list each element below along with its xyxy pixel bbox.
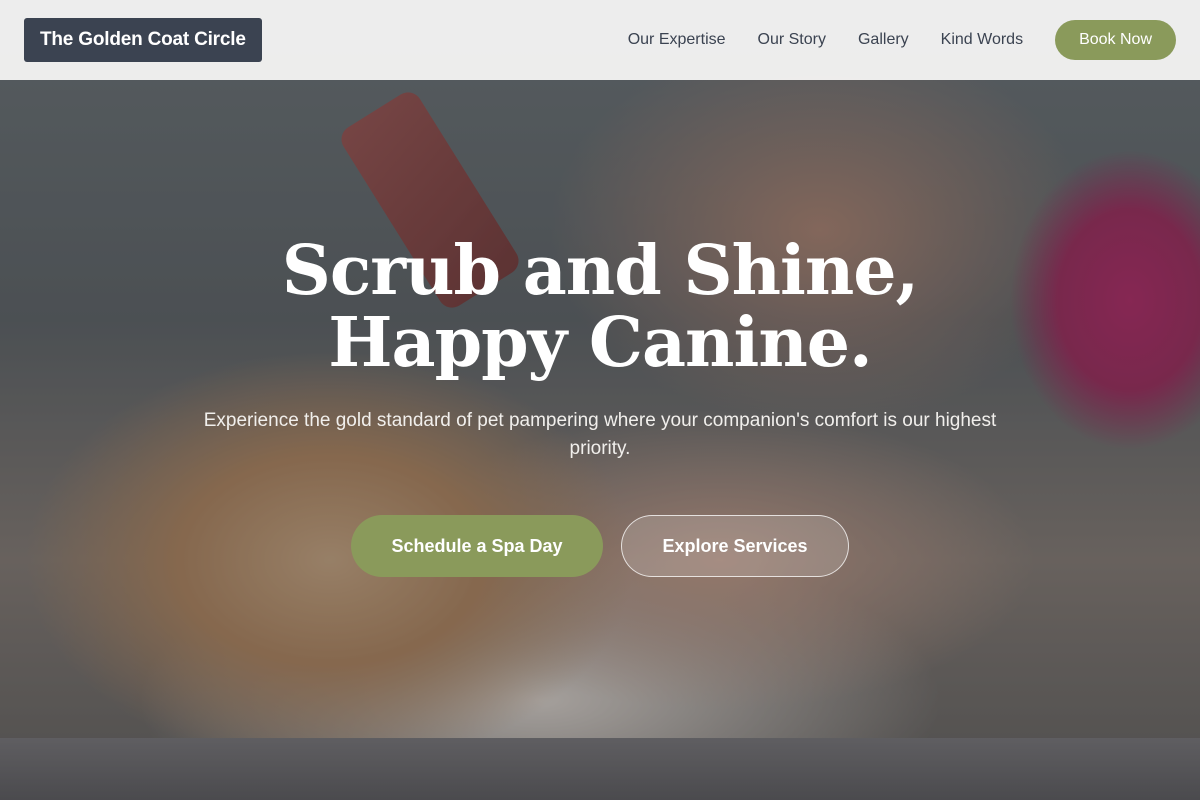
hero-subtitle: Experience the gold standard of pet pamp… [203,410,997,459]
brand-logo[interactable]: The Golden Coat Circle [24,18,262,62]
hero-actions: Schedule a Spa Day Explore Services [0,515,1200,577]
hero-title: Scrub and Shine, Happy Canine. [0,235,1200,379]
explore-services-button[interactable]: Explore Services [621,515,849,577]
nav-link-story[interactable]: Our Story [758,31,826,49]
landing-page: The Golden Coat Circle Our Expertise Our… [0,0,1200,800]
book-now-button[interactable]: Book Now [1055,20,1176,60]
hero-title-line-1: Scrub and Shine, [281,231,919,311]
site-header: The Golden Coat Circle Our Expertise Our… [0,0,1200,80]
hero-section: Scrub and Shine, Happy Canine. Experienc… [0,235,1200,577]
nav-link-kind-words[interactable]: Kind Words [941,31,1023,49]
main-nav: Our Expertise Our Story Gallery Kind Wor… [596,20,1176,60]
hero-title-line-2: Happy Canine. [328,303,872,383]
nav-link-gallery[interactable]: Gallery [858,31,909,49]
schedule-spa-day-button[interactable]: Schedule a Spa Day [351,515,603,577]
nav-link-expertise[interactable]: Our Expertise [628,31,726,49]
